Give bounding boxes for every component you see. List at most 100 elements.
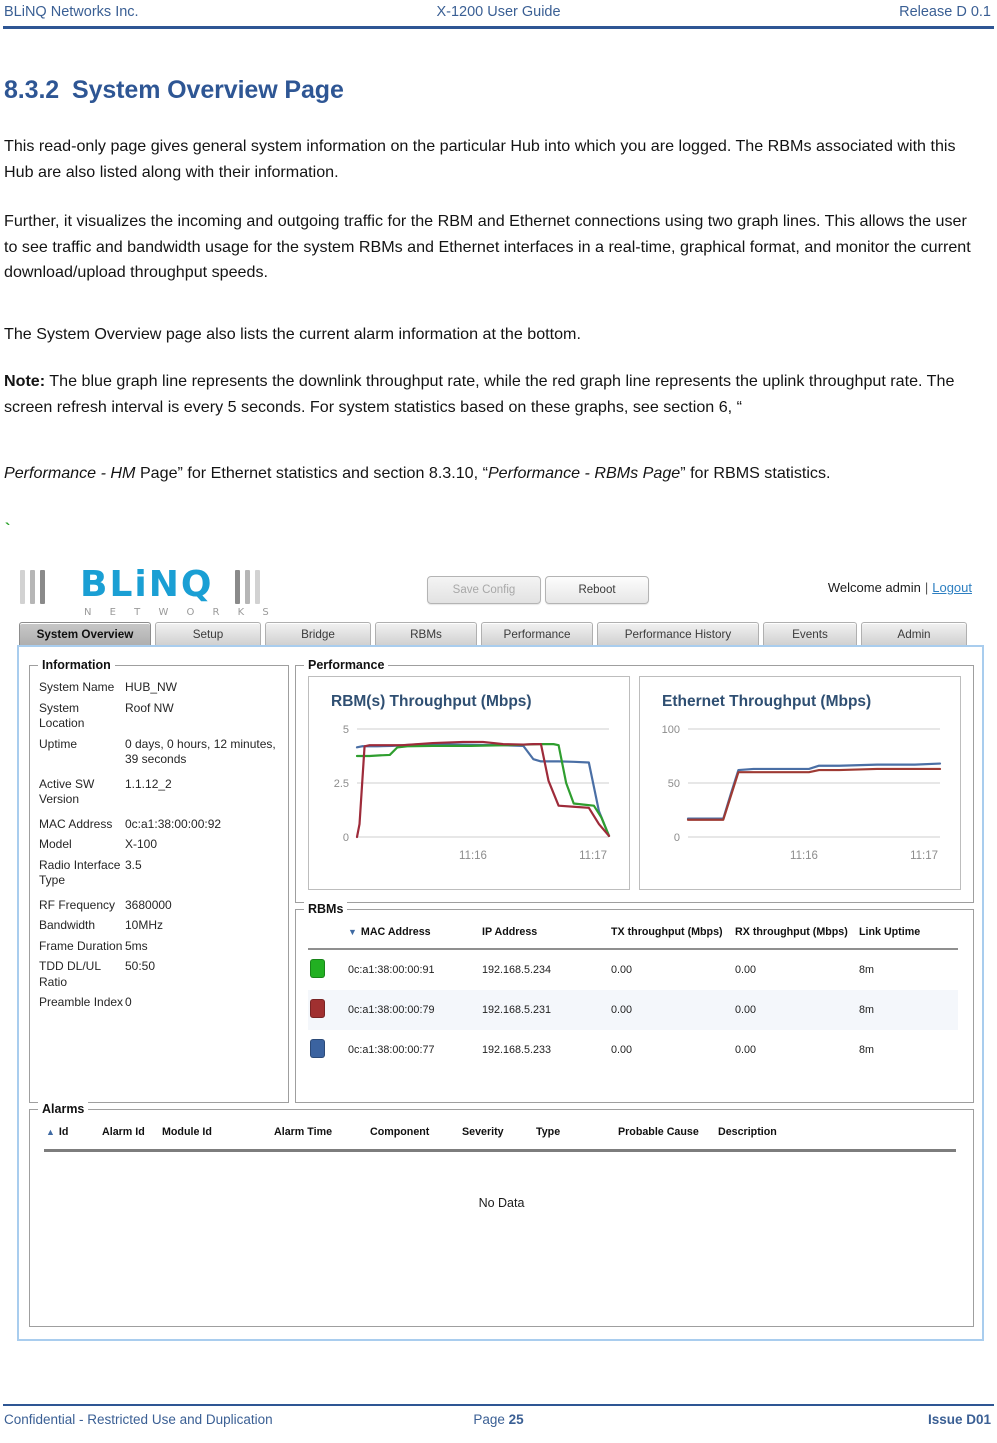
info-row-label: Frame Duration	[39, 938, 123, 953]
info-row: Radio Interface Type 3.5	[39, 858, 283, 889]
info-row-label: Active SW Version	[39, 776, 95, 807]
info-row-value: Roof NW	[125, 700, 174, 715]
info-row-value: 1.1.12_2	[125, 776, 172, 791]
info-row-label: TDD DL/UL Ratio	[39, 959, 101, 989]
alarms-column-header[interactable]: Alarm Id	[100, 1124, 160, 1152]
rbm-ip-cell: 192.168.5.233	[482, 1044, 552, 1056]
info-row: RF Frequency 3680000	[39, 898, 283, 914]
ref-mid-text: Page” for Ethernet statistics and sectio…	[135, 464, 488, 482]
header-rule	[3, 26, 994, 29]
header-title: X-1200 User Guide	[436, 4, 561, 20]
tab-system-overview[interactable]: System Overview	[19, 622, 151, 646]
user-session-area: Welcome admin | Logout	[828, 580, 972, 595]
tab-setup[interactable]: Setup	[155, 622, 261, 646]
performance-panel: Performance RBM(s) Throughput (Mbps) 0 2.…	[295, 658, 974, 903]
rbm-color-swatch	[310, 1039, 325, 1058]
rbms-column-header[interactable]: ▼ MAC Address	[346, 922, 480, 950]
rbm-tx-cell: 0.00	[611, 964, 633, 976]
embedded-app-screenshot: BLiNQ N E T W O R K S Save Config Reboot…	[8, 556, 990, 1346]
alarms-column-header[interactable]: Severity	[460, 1124, 534, 1152]
info-row: Frame Duration 5ms	[39, 939, 283, 955]
alarms-column-header[interactable]: Component	[368, 1124, 460, 1152]
rbm-tx-cell: 0.00	[609, 990, 733, 1030]
rbm-rx-cell: 0.00	[735, 964, 757, 976]
logo-bar-icon	[20, 570, 25, 604]
info-row-value: 3.5	[125, 857, 142, 872]
page-title: 8.3.2 System Overview Page	[4, 76, 344, 105]
rbm-ip-cell: 192.168.5.234	[482, 964, 552, 976]
info-row-label: Model	[39, 837, 72, 851]
rbms-column-header[interactable]: Link Uptime	[857, 922, 958, 950]
info-row-value: 0c:a1:38:00:00:92	[125, 816, 222, 831]
tab-rbms[interactable]: RBMs	[375, 622, 477, 646]
stray-tick-mark: `	[5, 521, 11, 538]
reboot-button[interactable]: Reboot	[545, 576, 649, 604]
alarms-column-header[interactable]: Alarm Time	[272, 1124, 368, 1152]
rbm-chart-plot: 0 2.5 5 11:16 11:17	[334, 724, 611, 862]
alarms-column-header[interactable]: Module Id	[160, 1124, 272, 1152]
rbm-color-swatch	[310, 999, 325, 1018]
sort-ascending-icon: ▲	[46, 1127, 55, 1137]
rbms-column-header[interactable]: IP Address	[480, 922, 609, 950]
paragraph-references: Performance - HM Page” for Ethernet stat…	[4, 461, 979, 487]
rbm-uptime-cell: 8m	[857, 990, 958, 1030]
table-row[interactable]: 0c:a1:38:00:00:91 192.168.5.234 0.00 0.00 8m	[308, 949, 958, 990]
chart-series-line-red	[355, 740, 611, 839]
rbm-status-cell	[308, 1030, 346, 1070]
alarms-column-header[interactable]: Probable Cause	[616, 1124, 716, 1152]
logo-wordmark: BLiNQ	[80, 564, 214, 605]
footer-page-label: Page	[473, 1412, 509, 1427]
welcome-separator: |	[924, 580, 929, 595]
tab-bridge[interactable]: Bridge	[265, 622, 371, 646]
alarms-panel: Alarms ▲ Id Alarm Id Module Id Alarm Time Com…	[29, 1102, 974, 1327]
save-config-button[interactable]: Save Config	[427, 576, 541, 604]
info-row: Preamble Index 0	[39, 995, 283, 1011]
rbm-status-cell	[308, 949, 346, 990]
tab-admin[interactable]: Admin	[861, 622, 967, 646]
rbms-table: ▼ MAC Address IP Address TX throughput (Mbp…	[308, 922, 958, 1070]
info-row-value: 50:50	[125, 959, 156, 973]
logo-bar-icon	[235, 570, 240, 604]
chart-y-tick-label: 2.5	[334, 778, 349, 790]
section-number: 8.3.2	[4, 76, 60, 104]
rbm-throughput-chart[interactable]: RBM(s) Throughput (Mbps) 0 2.5 5 11:16 11:17	[308, 676, 630, 890]
rbm-uptime-cell: 8m	[859, 964, 874, 976]
alarms-column-header[interactable]: Description	[716, 1124, 956, 1152]
logo-bar-icon	[40, 570, 45, 604]
info-row-value: HUB_NW	[125, 680, 178, 694]
section-title: System Overview Page	[72, 76, 344, 104]
logo-bar-icon	[30, 570, 35, 604]
information-panel: Information System Name HUB_NW System Loca…	[29, 658, 289, 1103]
ethernet-throughput-chart[interactable]: Ethernet Throughput (Mbps) 0 50 100 11:16 11…	[639, 676, 961, 890]
rbm-rx-cell: 0.00	[735, 1044, 757, 1056]
rbms-panel: RBMs ▼ MAC Address IP Address TX throughput…	[295, 902, 974, 1103]
ref-performance-rbms: Performance - RBMs Page	[487, 464, 681, 482]
table-row[interactable]: 0c:a1:38:00:00:79 192.168.5.231 0.00 0.00 8m	[308, 990, 958, 1030]
rbm-uptime-cell: 8m	[859, 1044, 874, 1056]
rbms-legend: RBMs	[304, 902, 348, 916]
footer-page: Page 25	[0, 1412, 997, 1427]
info-row-label: RF Frequency	[39, 897, 116, 912]
rbms-table-body: 0c:a1:38:00:00:91 192.168.5.234 0.00 0.00 8m…	[308, 949, 958, 1070]
info-row-value: 10MHz	[125, 918, 164, 932]
table-row[interactable]: 0c:a1:38:00:00:77 192.168.5.233 0.00 0.00 8m	[308, 1030, 958, 1070]
rbms-column-header[interactable]: TX throughput (Mbps)	[609, 922, 733, 950]
alarms-table-header-row: ▲ Id Alarm Id Module Id Alarm Time Component S…	[44, 1124, 956, 1152]
rbms-column-header[interactable]: RX throughput (Mbps)	[733, 922, 857, 950]
footer-issue: Issue D01	[927, 1412, 991, 1427]
chart-y-tick-label: 0	[343, 832, 349, 844]
ethernet-chart-plot: 0 50 100 11:16 11:17	[662, 724, 942, 862]
alarms-column-header[interactable]: ▲ Id	[44, 1124, 100, 1152]
alarms-column-header[interactable]: Type	[534, 1124, 616, 1152]
info-row: Bandwidth 10MHz	[39, 918, 283, 934]
logo-subtitle: N E T W O R K S	[84, 607, 277, 618]
tab-events[interactable]: Events	[763, 622, 857, 646]
chart-y-tick-label: 100	[662, 724, 680, 736]
tab-performance[interactable]: Performance	[481, 622, 593, 646]
information-rows: System Name HUB_NW System Location Roof NW U…	[39, 680, 283, 1016]
paragraph-note: Note: The blue graph line represents the…	[4, 369, 979, 420]
logout-link[interactable]: Logout	[932, 580, 972, 595]
document-footer: Confidential - Restricted Use and Duplic…	[0, 1412, 997, 1436]
tab-performance-history[interactable]: Performance History	[597, 622, 759, 646]
chart-x-tick-label: 11:17	[579, 850, 607, 862]
